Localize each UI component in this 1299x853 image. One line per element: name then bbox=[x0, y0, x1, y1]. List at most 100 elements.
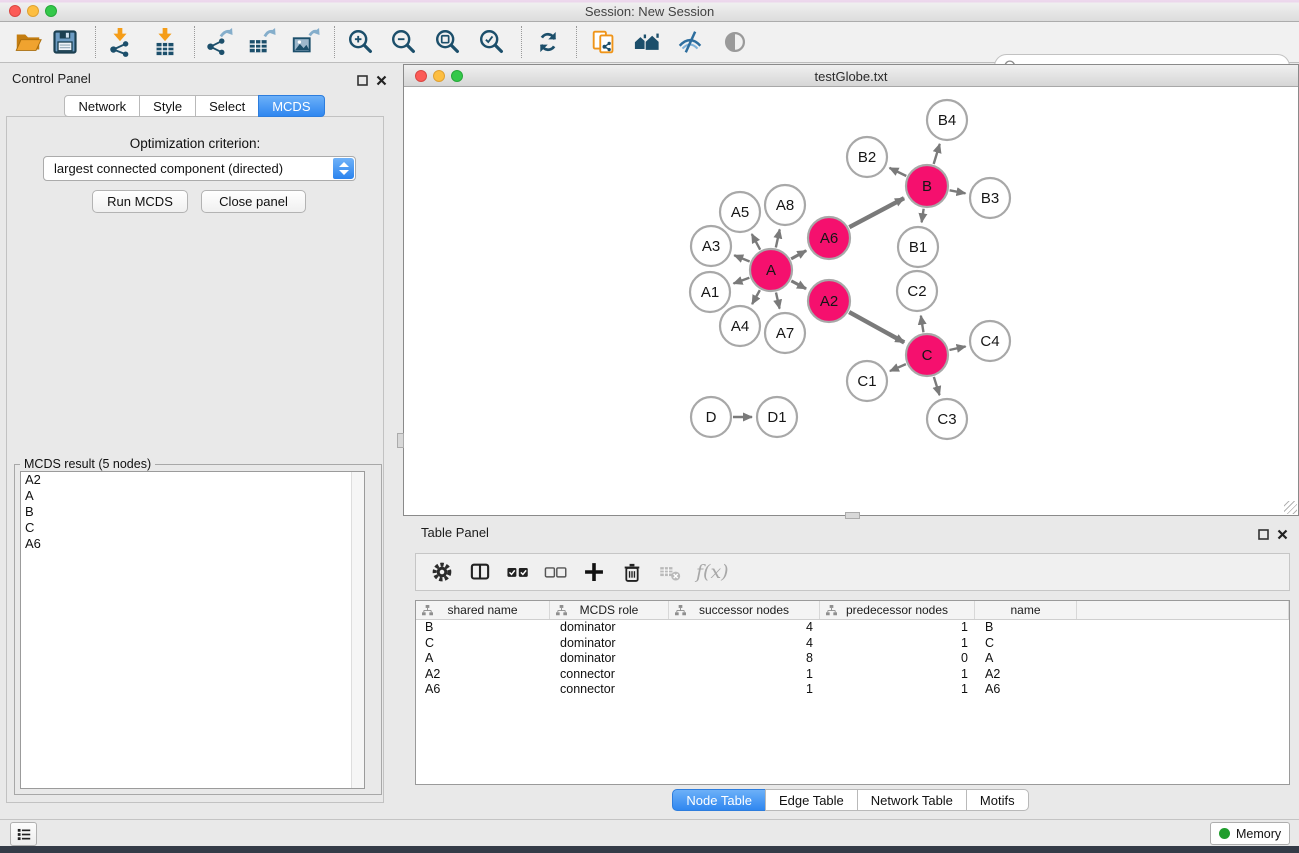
graph-edge[interactable] bbox=[849, 198, 904, 227]
add-icon[interactable] bbox=[580, 558, 608, 586]
zoom-selected-icon[interactable] bbox=[477, 27, 507, 57]
graph-edge[interactable] bbox=[849, 312, 904, 342]
mcds-result-item[interactable]: A bbox=[21, 488, 364, 504]
network-canvas[interactable]: B4B2BB3A8A5A6A3B1AA1C2A2A4A7C4CC1C3DD1 bbox=[404, 87, 1298, 515]
tab-motifs[interactable]: Motifs bbox=[966, 789, 1029, 811]
graph-node[interactable]: A bbox=[750, 249, 792, 291]
graph-edge[interactable] bbox=[791, 251, 806, 259]
graph-node[interactable]: A1 bbox=[690, 272, 730, 312]
table-cell[interactable] bbox=[1077, 667, 1289, 683]
table-cell[interactable]: connector bbox=[550, 682, 669, 698]
graph-node[interactable]: B1 bbox=[898, 227, 938, 267]
trash-icon[interactable] bbox=[618, 558, 646, 586]
graph-edge[interactable] bbox=[890, 168, 907, 176]
table-cell[interactable]: C bbox=[975, 636, 1077, 652]
tab-edge-table[interactable]: Edge Table bbox=[765, 789, 858, 811]
close-panel-button[interactable]: Close panel bbox=[201, 190, 306, 213]
scrollbar-track[interactable] bbox=[351, 472, 364, 788]
tab-style[interactable]: Style bbox=[139, 95, 196, 117]
table-cell[interactable]: B bbox=[975, 620, 1077, 636]
graph-node[interactable]: C1 bbox=[847, 361, 887, 401]
memory-button[interactable]: Memory bbox=[1210, 822, 1290, 845]
graph-edge[interactable] bbox=[734, 255, 749, 261]
table-cell[interactable] bbox=[1077, 636, 1289, 652]
graph-edge[interactable] bbox=[949, 346, 965, 350]
table-cell[interactable]: dominator bbox=[550, 651, 669, 667]
table-cell[interactable]: 1 bbox=[820, 620, 975, 636]
graph-node[interactable]: B4 bbox=[927, 100, 967, 140]
mcds-result-item[interactable]: B bbox=[21, 504, 364, 520]
graph-edge[interactable] bbox=[934, 377, 940, 395]
table-cell[interactable]: dominator bbox=[550, 620, 669, 636]
mcds-result-item[interactable]: C bbox=[21, 520, 364, 536]
table-cell[interactable]: C bbox=[416, 636, 550, 652]
table-cell[interactable] bbox=[1077, 682, 1289, 698]
table-cell[interactable]: A bbox=[975, 651, 1077, 667]
mcds-result-item[interactable]: A2 bbox=[21, 472, 364, 488]
graph-node[interactable]: A5 bbox=[720, 192, 760, 232]
column-header[interactable] bbox=[1077, 601, 1289, 619]
graph-node[interactable]: B bbox=[906, 165, 948, 207]
graph-edge[interactable] bbox=[752, 234, 760, 250]
close-table-panel-icon[interactable] bbox=[1277, 527, 1288, 545]
table-cell[interactable]: A bbox=[416, 651, 550, 667]
graph-edge[interactable] bbox=[734, 278, 750, 284]
zoom-out-icon[interactable] bbox=[389, 27, 419, 57]
eye-icon[interactable] bbox=[720, 27, 750, 57]
column-header[interactable]: name bbox=[975, 601, 1077, 619]
eye-slash-icon[interactable] bbox=[675, 27, 705, 57]
graph-edge[interactable] bbox=[890, 364, 906, 371]
table-cell[interactable]: 4 bbox=[669, 636, 820, 652]
graph-node[interactable]: A6 bbox=[808, 217, 850, 259]
float-table-panel-icon[interactable] bbox=[1258, 527, 1269, 545]
table-cell[interactable]: 1 bbox=[669, 667, 820, 683]
zoom-in-icon[interactable] bbox=[346, 27, 376, 57]
resize-grip[interactable] bbox=[1284, 501, 1297, 514]
graph-node[interactable]: C4 bbox=[970, 321, 1010, 361]
graph-edge[interactable] bbox=[791, 281, 806, 289]
graph-edge[interactable] bbox=[752, 290, 760, 304]
table-cell[interactable]: B bbox=[416, 620, 550, 636]
table-row[interactable]: Adominator80A bbox=[416, 651, 1289, 667]
graph-node[interactable]: D bbox=[691, 397, 731, 437]
column-header[interactable]: shared name bbox=[416, 601, 550, 619]
graph-node[interactable]: A3 bbox=[691, 226, 731, 266]
table-cell[interactable] bbox=[1077, 651, 1289, 667]
graph-edge[interactable] bbox=[921, 316, 924, 333]
tab-select[interactable]: Select bbox=[195, 95, 259, 117]
export-network-icon[interactable] bbox=[203, 27, 233, 57]
zoom-fit-icon[interactable] bbox=[433, 27, 463, 57]
panel-edge-handle[interactable] bbox=[397, 433, 404, 448]
refresh-icon[interactable] bbox=[533, 27, 563, 57]
graph-node[interactable]: A7 bbox=[765, 313, 805, 353]
table-cell[interactable]: A6 bbox=[416, 682, 550, 698]
task-history-button[interactable] bbox=[10, 822, 37, 846]
select-all-icon[interactable] bbox=[504, 558, 532, 586]
graph-node[interactable]: D1 bbox=[757, 397, 797, 437]
graph-node[interactable]: C3 bbox=[927, 399, 967, 439]
table-cell[interactable] bbox=[1077, 620, 1289, 636]
table-cell[interactable]: dominator bbox=[550, 636, 669, 652]
graph-edge[interactable] bbox=[776, 292, 780, 308]
criterion-dropdown[interactable]: largest connected component (directed) bbox=[43, 156, 356, 181]
column-header[interactable]: predecessor nodes bbox=[820, 601, 975, 619]
close-panel-icon[interactable] bbox=[376, 73, 387, 91]
tab-network[interactable]: Network bbox=[64, 95, 140, 117]
graph-edge[interactable] bbox=[776, 229, 780, 247]
table-row[interactable]: A6connector11A6 bbox=[416, 682, 1289, 698]
table-row[interactable]: Cdominator41C bbox=[416, 636, 1289, 652]
column-header[interactable]: MCDS role bbox=[550, 601, 669, 619]
folder-open-icon[interactable] bbox=[13, 27, 43, 57]
table-cell[interactable]: 4 bbox=[669, 620, 820, 636]
tab-node-table[interactable]: Node Table bbox=[672, 789, 766, 811]
import-network-icon[interactable] bbox=[105, 27, 135, 57]
graph-node[interactable]: B2 bbox=[847, 137, 887, 177]
deselect-all-icon[interactable] bbox=[542, 558, 570, 586]
table-cell[interactable]: 1 bbox=[669, 682, 820, 698]
graph-node[interactable]: A4 bbox=[720, 306, 760, 346]
import-table-icon[interactable] bbox=[150, 27, 180, 57]
home-icon[interactable] bbox=[632, 27, 662, 57]
graph-edge[interactable] bbox=[934, 144, 940, 164]
graph-node[interactable]: B3 bbox=[970, 178, 1010, 218]
graph-node[interactable]: C2 bbox=[897, 271, 937, 311]
